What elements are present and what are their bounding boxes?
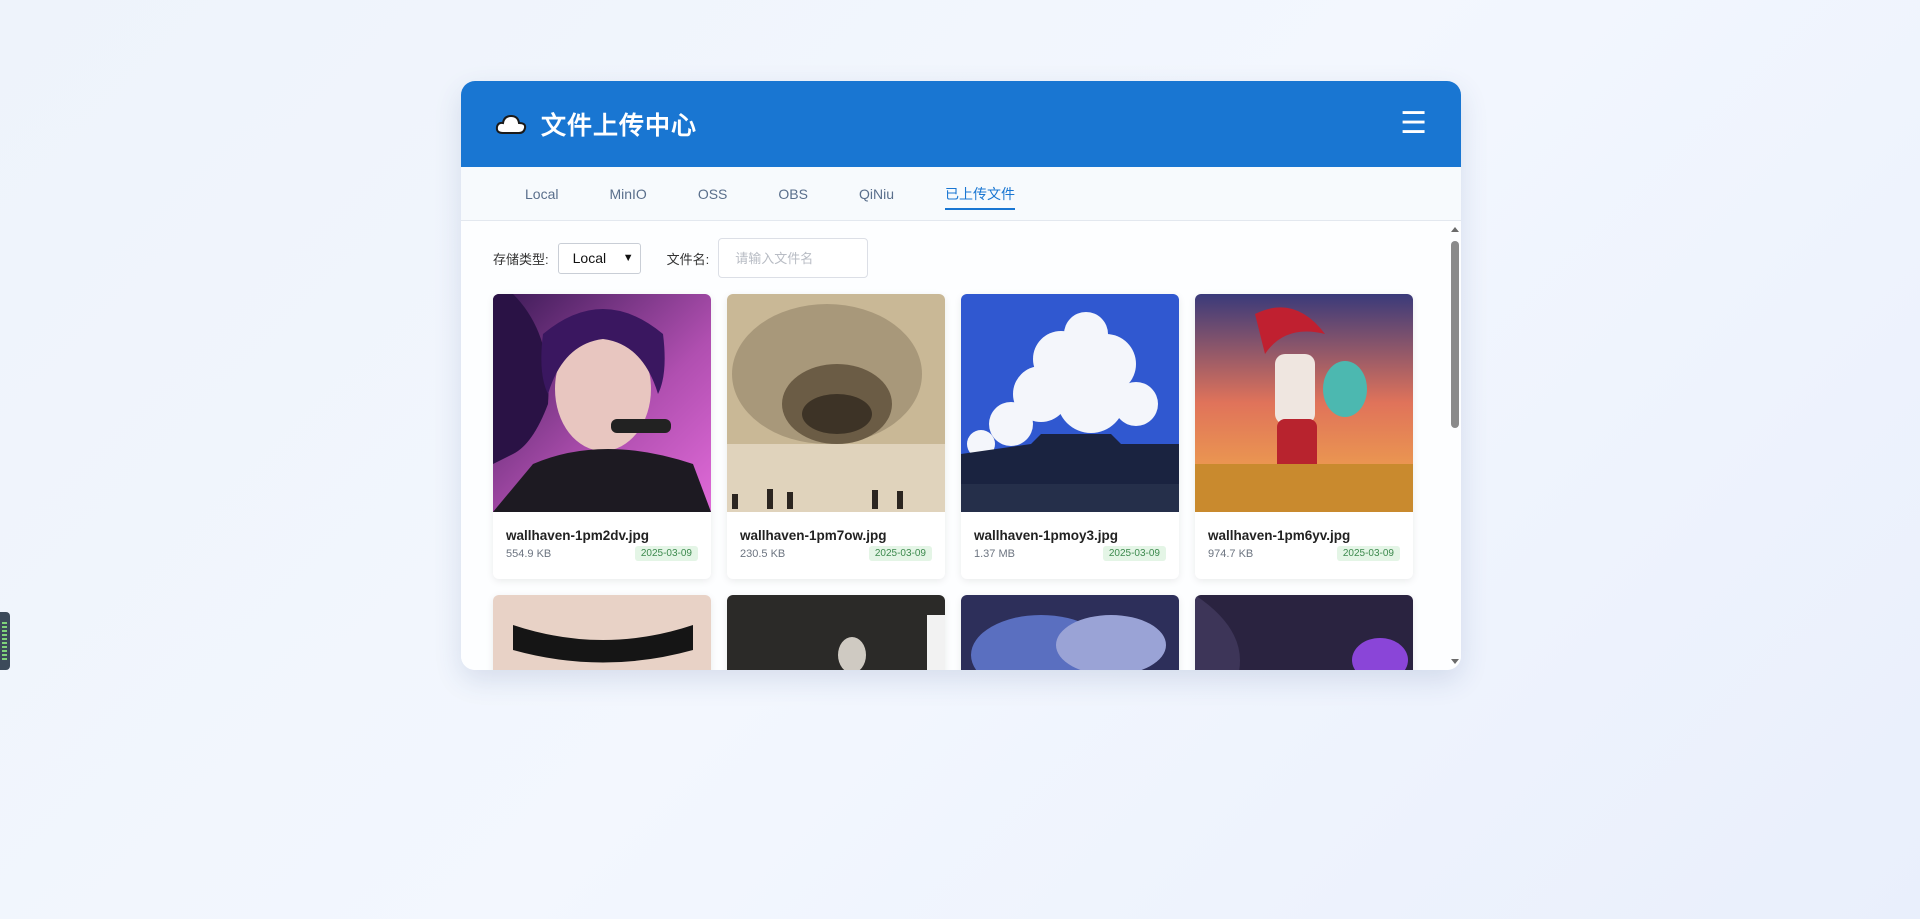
file-meta: wallhaven-1pm7ow.jpg 230.5 KB 2025-03-09 bbox=[727, 512, 945, 561]
tab-oss[interactable]: OSS bbox=[698, 182, 728, 206]
tab-qiniu[interactable]: QiNiu bbox=[859, 182, 894, 206]
cloud-icon bbox=[495, 114, 527, 134]
vertical-scrollbar[interactable] bbox=[1449, 221, 1461, 670]
app-header: 文件上传中心 ☰ bbox=[461, 81, 1461, 167]
page-title: 文件上传中心 bbox=[541, 112, 698, 140]
file-card[interactable] bbox=[961, 595, 1179, 670]
file-name: wallhaven-1pm2dv.jpg bbox=[506, 528, 650, 543]
tab-minio[interactable]: MinIO bbox=[609, 182, 646, 206]
file-name: wallhaven-1pm6yv.jpg bbox=[1208, 528, 1351, 543]
storage-tabs: Local MinIO OSS OBS QiNiu 已上传文件 bbox=[461, 167, 1461, 221]
file-size: 554.9 KB bbox=[506, 547, 552, 560]
tab-obs[interactable]: OBS bbox=[778, 182, 808, 206]
file-list-panel: 存储类型: Local ▼ 文件名: 请输入文件名 wallhaven-1pm2… bbox=[461, 221, 1461, 670]
file-thumbnail[interactable] bbox=[1195, 294, 1413, 512]
file-thumbnail[interactable] bbox=[493, 595, 711, 670]
tab-uploaded-files[interactable]: 已上传文件 bbox=[944, 180, 1015, 210]
file-thumbnail[interactable] bbox=[727, 294, 945, 512]
file-name: wallhaven-1pmoy3.jpg bbox=[974, 528, 1119, 543]
file-thumbnail[interactable] bbox=[1195, 595, 1413, 670]
file-date-badge: 2025-03-09 bbox=[868, 546, 932, 561]
filter-bar: 存储类型: Local ▼ 文件名: bbox=[493, 238, 869, 278]
file-name: wallhaven-1pm7ow.jpg bbox=[740, 528, 887, 543]
storage-type-select[interactable]: Local ▼ bbox=[557, 242, 641, 274]
file-thumbnail[interactable] bbox=[961, 595, 1179, 670]
file-meta: wallhaven-1pmoy3.jpg 1.37 MB 2025-03-09 bbox=[961, 512, 1179, 561]
filename-label: 文件名: bbox=[666, 251, 710, 267]
file-size: 1.37 MB bbox=[974, 547, 1015, 560]
storage-type-label: 存储类型: bbox=[493, 251, 549, 267]
file-card[interactable] bbox=[727, 595, 945, 670]
storage-type-value: Local bbox=[572, 250, 607, 266]
file-date-badge: 2025-03-09 bbox=[1336, 546, 1400, 561]
file-card[interactable]: wallhaven-1pm7ow.jpg 230.5 KB 2025-03-09 bbox=[727, 294, 945, 579]
file-card[interactable] bbox=[493, 595, 711, 670]
file-size: 230.5 KB bbox=[740, 547, 786, 560]
chevron-down-icon: ▼ bbox=[622, 252, 634, 264]
scroll-up-icon[interactable] bbox=[1451, 227, 1459, 232]
file-card[interactable]: wallhaven-1pm6yv.jpg 974.7 KB 2025-03-09 bbox=[1195, 294, 1413, 579]
file-meta: wallhaven-1pm2dv.jpg 554.9 KB 2025-03-09 bbox=[493, 512, 711, 561]
file-date-badge: 2025-03-09 bbox=[1102, 546, 1166, 561]
scroll-down-icon[interactable] bbox=[1451, 659, 1459, 664]
hamburger-menu-icon[interactable]: ☰ bbox=[1400, 109, 1427, 139]
widget-bars-icon bbox=[2, 622, 7, 660]
file-thumbnail[interactable] bbox=[493, 294, 711, 512]
file-thumbnail[interactable] bbox=[727, 595, 945, 670]
tab-local[interactable]: Local bbox=[525, 182, 558, 206]
file-meta: wallhaven-1pm6yv.jpg 974.7 KB 2025-03-09 bbox=[1195, 512, 1413, 561]
filename-search-input[interactable] bbox=[718, 238, 869, 278]
file-card[interactable]: wallhaven-1pm2dv.jpg 554.9 KB 2025-03-09 bbox=[493, 294, 711, 579]
file-card[interactable] bbox=[1195, 595, 1413, 670]
side-widget-handle[interactable] bbox=[0, 612, 10, 670]
file-date-badge: 2025-03-09 bbox=[634, 546, 698, 561]
file-size: 974.7 KB bbox=[1208, 547, 1254, 560]
scrollbar-thumb[interactable] bbox=[1451, 241, 1459, 428]
file-thumbnail[interactable] bbox=[961, 294, 1179, 512]
upload-center-card: 文件上传中心 ☰ Local MinIO OSS OBS QiNiu 已上传文件… bbox=[461, 81, 1461, 670]
file-card[interactable]: wallhaven-1pmoy3.jpg 1.37 MB 2025-03-09 bbox=[961, 294, 1179, 579]
